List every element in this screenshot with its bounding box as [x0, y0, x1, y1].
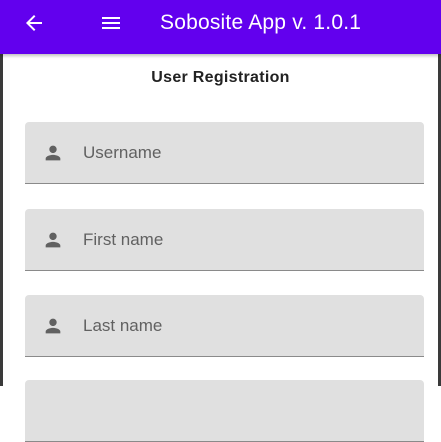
person-icon [45, 318, 61, 334]
username-input[interactable] [83, 138, 403, 168]
last-name-input[interactable] [83, 311, 403, 341]
first-name-field[interactable] [25, 209, 424, 271]
app-bar: Sobosite App v. 1.0.1 [0, 0, 441, 54]
person-icon [45, 232, 61, 248]
username-field[interactable] [25, 122, 424, 184]
app-title: Sobosite App v. 1.0.1 [160, 11, 362, 34]
menu-button[interactable] [97, 9, 125, 37]
window-left-border [0, 54, 3, 386]
arrow-back-icon [26, 15, 42, 31]
first-name-input[interactable] [83, 225, 403, 255]
hamburger-menu-icon [102, 17, 120, 29]
last-name-field[interactable] [25, 295, 424, 357]
person-icon [45, 145, 61, 161]
next-field-partial[interactable] [25, 380, 424, 442]
page-title: User Registration [151, 69, 290, 86]
back-button[interactable] [20, 9, 48, 37]
